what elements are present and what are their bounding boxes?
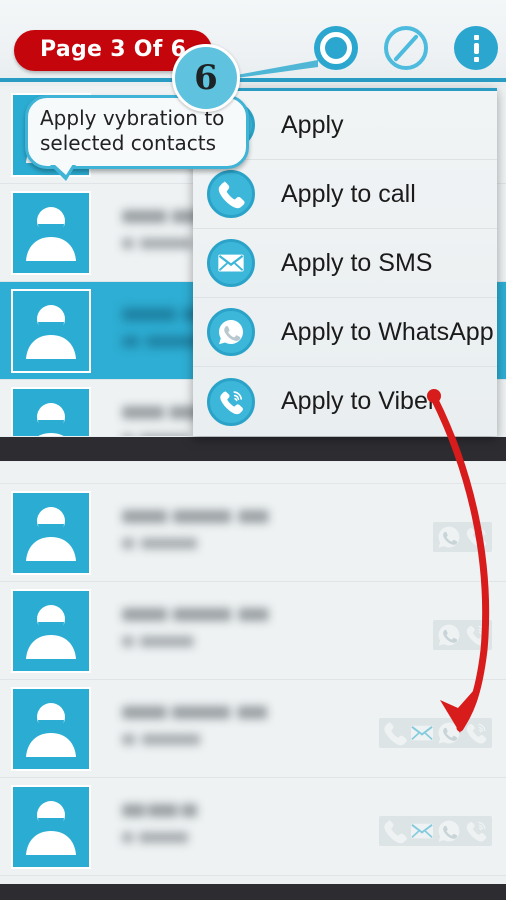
menu-item-apply-to-call[interactable]: Apply to call xyxy=(193,160,497,229)
contact-meta xyxy=(122,510,310,549)
whatsapp-icon xyxy=(207,308,255,356)
no-entry-icon[interactable] xyxy=(384,26,428,70)
contact-meta xyxy=(122,706,308,745)
avatar[interactable] xyxy=(11,589,91,673)
avatar[interactable] xyxy=(11,289,91,373)
whatsapp-icon[interactable] xyxy=(436,720,462,746)
avatar[interactable] xyxy=(11,491,91,575)
screen-separator-top xyxy=(0,437,506,461)
menu-item-label: Apply to SMS xyxy=(281,248,433,277)
row-actions[interactable] xyxy=(379,718,492,748)
whatsapp-icon[interactable] xyxy=(436,622,462,648)
contact-name xyxy=(122,608,310,621)
contact-row[interactable] xyxy=(0,582,506,680)
contact-row[interactable] xyxy=(0,778,506,876)
viber-icon[interactable] xyxy=(463,524,489,550)
avatar[interactable] xyxy=(11,785,91,869)
contact-name xyxy=(122,804,218,817)
contact-name xyxy=(122,510,310,523)
contact-number xyxy=(122,538,258,549)
phone-icon[interactable] xyxy=(382,720,408,746)
envelope-icon xyxy=(207,239,255,287)
menu-item-label: Apply to call xyxy=(281,179,416,208)
viber-icon[interactable] xyxy=(463,818,489,844)
menu-item-apply-to-whatsapp[interactable]: Apply to WhatsApp xyxy=(193,298,497,367)
step-number-badge: 6 xyxy=(172,44,240,112)
list-header-strip xyxy=(0,462,506,484)
menu-item-apply-to-viber[interactable]: Apply to Viber xyxy=(193,367,497,436)
menu-item-label: Apply to Viber xyxy=(281,387,437,415)
contact-row[interactable] xyxy=(0,484,506,582)
phone-icon xyxy=(207,170,255,218)
avatar[interactable] xyxy=(11,191,91,275)
viber-icon xyxy=(207,377,255,426)
whatsapp-icon[interactable] xyxy=(436,524,462,550)
contact-list-bottom[interactable] xyxy=(0,462,506,884)
viber-icon[interactable] xyxy=(463,720,489,746)
viber-icon[interactable] xyxy=(463,622,489,648)
row-actions[interactable] xyxy=(433,522,492,552)
menu-item-label: Apply xyxy=(281,110,344,139)
app-screen: Apply Apply to call Apply to SMS Apply t… xyxy=(0,0,506,900)
contact-number xyxy=(122,636,252,647)
menu-item-label: Apply to WhatsApp xyxy=(281,317,494,346)
phone-icon[interactable] xyxy=(382,818,408,844)
tooltip-text: Apply vybration to selected contacts xyxy=(40,106,225,155)
menu-item-apply-to-sms[interactable]: Apply to SMS xyxy=(193,229,497,298)
screen-separator-bottom xyxy=(0,884,506,900)
whatsapp-icon[interactable] xyxy=(436,818,462,844)
envelope-icon[interactable] xyxy=(409,720,435,746)
avatar[interactable] xyxy=(11,387,91,436)
contact-meta xyxy=(122,608,310,647)
avatar[interactable] xyxy=(11,687,91,771)
contact-name xyxy=(122,706,308,719)
row-actions[interactable] xyxy=(379,816,492,846)
contact-number xyxy=(122,734,264,745)
contact-meta xyxy=(122,804,242,843)
action-bar-icons xyxy=(314,26,498,70)
envelope-icon[interactable] xyxy=(409,818,435,844)
contact-row[interactable] xyxy=(0,680,506,778)
contact-number xyxy=(122,832,242,843)
overflow-menu-icon[interactable] xyxy=(454,26,498,70)
row-actions[interactable] xyxy=(433,620,492,650)
